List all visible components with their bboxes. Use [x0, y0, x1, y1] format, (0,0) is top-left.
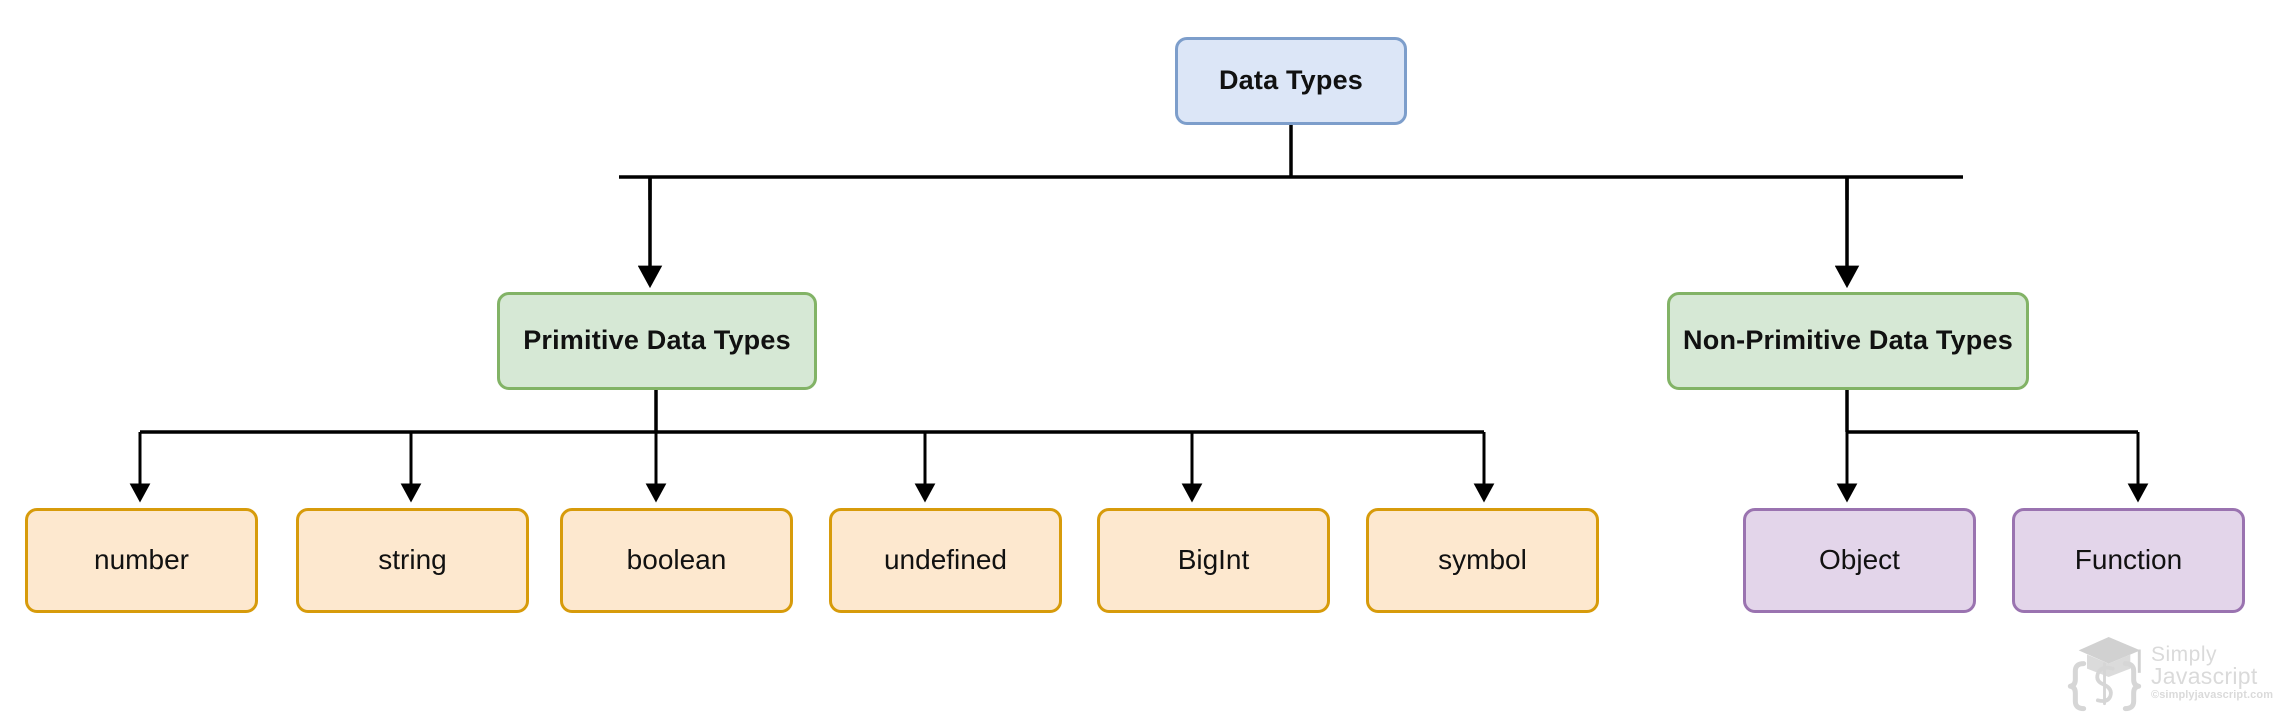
graduation-cap-braces-s-icon [2067, 637, 2142, 712]
watermark-line-javascript: Javascript [2151, 662, 2258, 689]
node-undefined[interactable]: undefined [829, 508, 1062, 613]
watermark-line-domain: ©simplyjavascript.com [2151, 688, 2274, 701]
node-boolean[interactable]: boolean [560, 508, 793, 613]
node-primitive-data-types[interactable]: Primitive Data Types [497, 292, 817, 390]
node-string[interactable]: string [296, 508, 529, 613]
node-object[interactable]: Object [1743, 508, 1976, 613]
watermark-line-simply: Simply [2151, 642, 2218, 666]
node-number[interactable]: number [25, 508, 258, 613]
node-bigint[interactable]: BigInt [1097, 508, 1330, 613]
watermark: Simply Javascript ©simplyjavascript.com [2065, 630, 2275, 714]
node-symbol[interactable]: symbol [1366, 508, 1599, 613]
node-data-types[interactable]: Data Types [1175, 37, 1407, 125]
diagram-canvas: Data Types Primitive Data Types Non-Prim… [0, 0, 2283, 718]
node-function[interactable]: Function [2012, 508, 2245, 613]
watermark-text: Simply Javascript ©simplyjavascript.com [2151, 644, 2273, 701]
node-non-primitive-data-types[interactable]: Non-Primitive Data Types [1667, 292, 2029, 390]
